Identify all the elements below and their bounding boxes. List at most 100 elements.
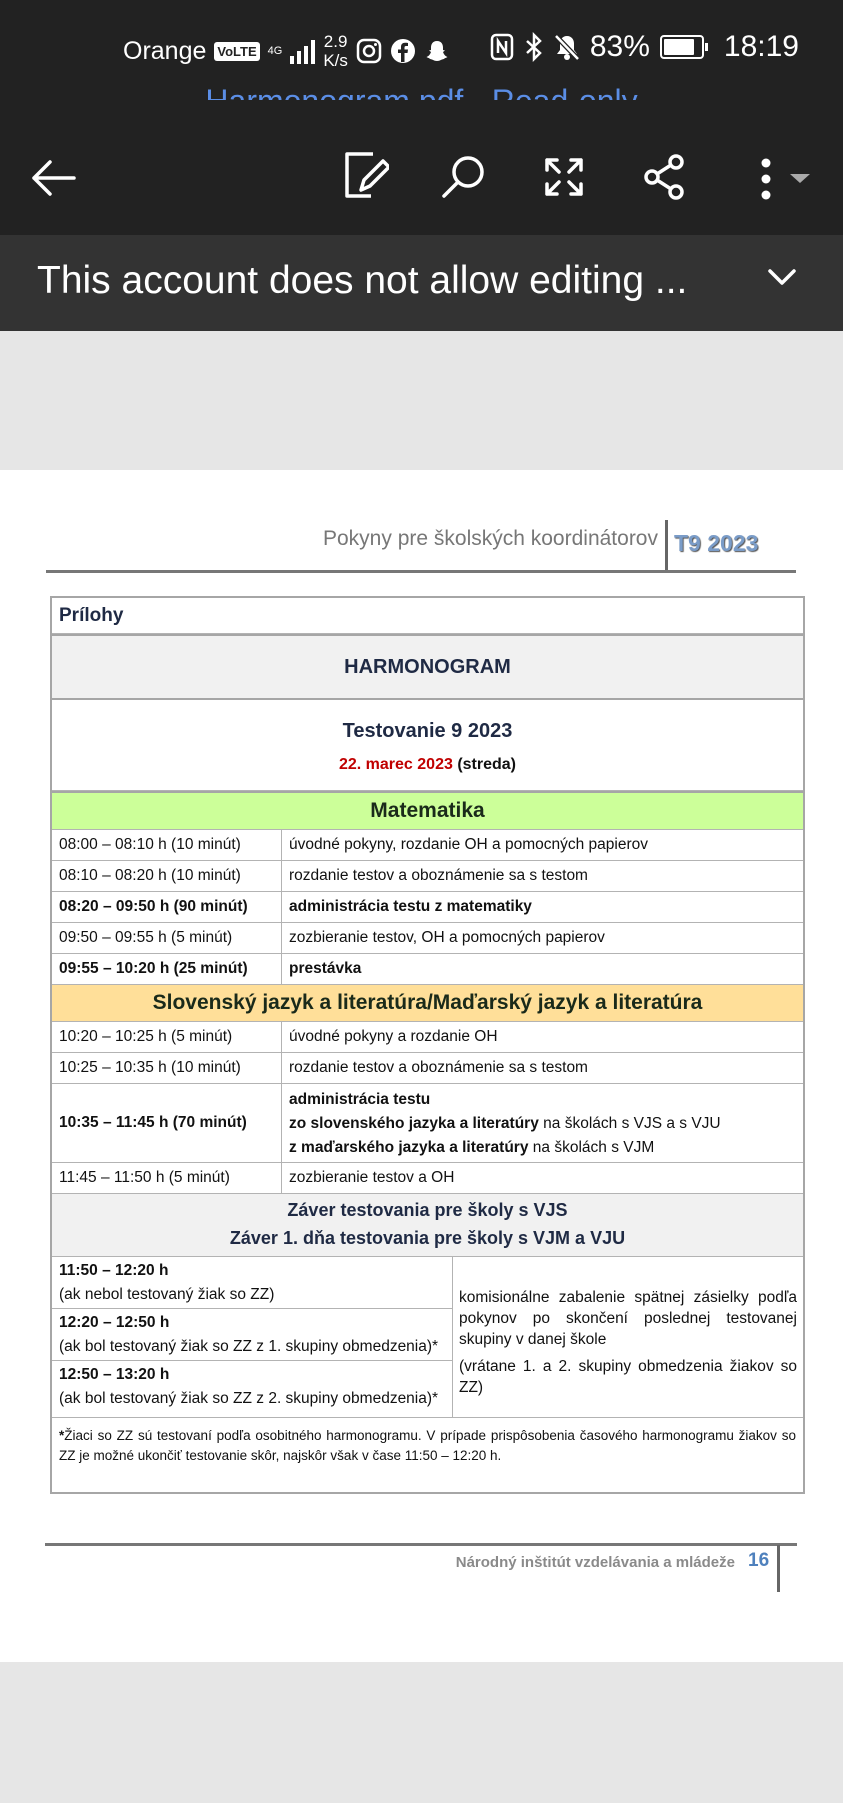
desc-cell: úvodné pokyny a rozdanie OH xyxy=(289,1028,498,1045)
desc-bold: z maďarského jazyka a literatúry xyxy=(289,1139,529,1156)
footnote-text: Žiaci so ZZ sú testovaní podľa osobitnéh… xyxy=(59,1428,796,1463)
final-time: 12:20 – 12:50 h xyxy=(59,1314,170,1331)
harmonogram-table: Prílohy HARMONOGRAM Testovanie 9 2023 22… xyxy=(50,596,805,1494)
toolbar xyxy=(0,100,843,235)
time-cell: 08:00 – 08:10 h (10 minút) xyxy=(52,830,282,860)
weekday-text: (streda) xyxy=(457,756,516,773)
table-row: 10:20 – 10:25 h (5 minút) úvodné pokyny a… xyxy=(52,1022,803,1053)
table-row: 11:45 – 11:50 h (5 minút) zozbieranie tes… xyxy=(52,1163,803,1194)
battery-icon xyxy=(659,35,708,59)
chevron-down-icon[interactable] xyxy=(767,267,797,287)
final-note: (ak nebol testovaný žiak so ZZ) xyxy=(59,1286,275,1303)
carrier-name: Orange xyxy=(123,36,207,65)
footer-text: Národný inštitút vzdelávania a mládeže xyxy=(455,1554,735,1571)
page-number: 16 xyxy=(748,1550,770,1571)
testing-date: 22. marec 2023 (streda) xyxy=(52,756,803,774)
share-icon[interactable] xyxy=(642,154,688,200)
table-row: 10:35 – 11:45 h (70 minút) administrácia… xyxy=(52,1084,803,1163)
network-speed: 2.9 K/s xyxy=(323,32,348,70)
speed-unit: K/s xyxy=(323,51,348,70)
header-rule xyxy=(46,570,796,573)
section-slovensky: Slovenský jazyk a literatúra/Maďarský ja… xyxy=(52,985,803,1022)
time-cell: 10:25 – 10:35 h (10 minút) xyxy=(52,1053,282,1083)
speed-value: 2.9 xyxy=(323,32,348,51)
time-cell: 08:10 – 08:20 h (10 minút) xyxy=(52,861,282,891)
clock: 18:19 xyxy=(723,30,799,63)
prilohy-heading: Prílohy xyxy=(52,598,803,634)
time-cell: 10:35 – 11:45 h (70 minút) xyxy=(52,1084,282,1162)
back-arrow-icon[interactable] xyxy=(30,158,76,198)
final-time-cell: 12:20 – 12:50 h (ak bol testovaný žiak so… xyxy=(52,1309,452,1361)
zaver-line-2: Záver 1. dňa testovania pre školy s VJM … xyxy=(229,1228,626,1248)
final-time: 12:50 – 13:20 h xyxy=(59,1366,170,1383)
mute-icon xyxy=(554,34,580,61)
banner-text: This account does not allow editing ... xyxy=(37,259,688,302)
final-time-cell: 12:50 – 13:20 h (ak bol testovaný žiak so… xyxy=(52,1361,452,1413)
facebook-icon xyxy=(390,39,415,63)
read-only-banner[interactable]: This account does not allow editing ... xyxy=(0,235,843,331)
table-row: 10:25 – 10:35 h (10 minút) rozdanie testo… xyxy=(52,1053,803,1084)
desc-rest: na školách s VJS a s VJU xyxy=(543,1115,721,1132)
date-text: 22. marec 2023 xyxy=(338,756,453,773)
desc-rest: na školách s VJM xyxy=(532,1139,655,1156)
desc-cell: rozdanie testov a oboznámenie sa s testo… xyxy=(289,1059,588,1076)
nfc-icon xyxy=(490,33,514,61)
desc-cell: zozbieranie testov a OH xyxy=(289,1169,455,1186)
table-row: 08:20 – 09:50 h (90 minút) administrácia … xyxy=(52,892,803,923)
status-right: 83% 18:19 xyxy=(490,30,799,64)
desc-line: z maďarského jazyka a literatúry na škol… xyxy=(289,1136,803,1160)
page-header-text: Pokyny pre školských koordinátorov xyxy=(323,527,658,550)
desc-cell: prestávka xyxy=(289,960,362,977)
search-icon[interactable] xyxy=(440,154,486,200)
bluetooth-icon xyxy=(526,32,542,62)
network-type: 4G xyxy=(267,44,283,57)
table-row: 08:00 – 08:10 h (10 minút) úvodné pokyny,… xyxy=(52,830,803,861)
desc-line: administrácia testu xyxy=(289,1091,431,1108)
final-desc-cell: komisionálne zabalenie spätnej zásielky … xyxy=(453,1257,803,1417)
time-cell: 11:45 – 11:50 h (5 minút) xyxy=(52,1163,282,1193)
final-note: (ak bol testovaný žiak so ZZ z 1. skupin… xyxy=(59,1338,439,1355)
snapchat-icon xyxy=(426,41,448,61)
zaver-line-1: Záver testovania pre školy s VJS xyxy=(287,1200,568,1220)
table-row: 08:10 – 08:20 h (10 minút) rozdanie testo… xyxy=(52,861,803,892)
battery-percent: 83% xyxy=(589,30,650,63)
desc-cell: administrácia testu z matematiky xyxy=(289,898,532,915)
volte-badge: VoLTE xyxy=(214,41,260,61)
section-matematika: Matematika xyxy=(52,791,803,830)
status-left: Orange VoLTE 4G 2.9 K/s xyxy=(123,32,450,70)
time-cell: 09:50 – 09:55 h (5 minút) xyxy=(52,923,282,953)
more-icon[interactable] xyxy=(758,158,812,202)
desc-bold: zo slovenského jazyka a literatúry xyxy=(289,1115,539,1132)
signal-icon xyxy=(290,38,316,64)
final-rows: 11:50 – 12:20 h (ak nebol testovaný žiak … xyxy=(52,1257,803,1418)
final-note: (ak bol testovaný žiak so ZZ z 2. skupin… xyxy=(59,1390,439,1407)
page-header-code: T9 2023 xyxy=(674,530,759,556)
pdf-page: Pokyny pre školských koordinátorov T9 20… xyxy=(0,470,843,1662)
header-divider xyxy=(665,520,668,572)
footer-divider xyxy=(777,1545,780,1592)
testing-title: Testovanie 9 2023 xyxy=(342,720,513,742)
final-time: 11:50 – 12:20 h xyxy=(59,1262,169,1279)
table-row: 09:55 – 10:20 h (25 minút) prestávka xyxy=(52,954,803,985)
footer-rule xyxy=(45,1543,797,1546)
instagram-icon xyxy=(356,38,382,64)
edit-icon[interactable] xyxy=(343,150,389,200)
desc-cell: úvodné pokyny, rozdanie OH a pomocných p… xyxy=(289,836,649,853)
time-cell: 10:20 – 10:25 h (5 minút) xyxy=(52,1022,282,1052)
harmonogram-heading: HARMONOGRAM xyxy=(52,634,803,700)
final-time-cell: 11:50 – 12:20 h (ak nebol testovaný žiak … xyxy=(52,1257,452,1309)
time-cell: 08:20 – 09:50 h (90 minút) xyxy=(52,892,282,922)
zaver-heading: Záver testovania pre školy s VJS Záver 1… xyxy=(52,1194,803,1257)
footnote: *Žiaci so ZZ sú testovaní podľa osobitné… xyxy=(52,1418,803,1492)
testing-info: Testovanie 9 2023 22. marec 2023 (streda… xyxy=(52,700,803,791)
final-time-column: 11:50 – 12:20 h (ak nebol testovaný žiak … xyxy=(52,1257,453,1417)
table-row: 09:50 – 09:55 h (5 minút) zozbieranie tes… xyxy=(52,923,803,954)
desc-cell: administrácia testu zo slovenského jazyk… xyxy=(282,1084,803,1162)
time-cell: 09:55 – 10:20 h (25 minút) xyxy=(52,954,282,984)
final-desc-1: komisionálne zabalenie spätnej zásielky … xyxy=(459,1289,797,1348)
desc-line: zo slovenského jazyka a literatúry na šk… xyxy=(289,1112,803,1136)
desc-cell: rozdanie testov a oboznámenie sa s testo… xyxy=(289,867,588,884)
desc-cell: zozbieranie testov, OH a pomocných papie… xyxy=(289,929,605,946)
fullscreen-icon[interactable] xyxy=(543,156,585,198)
final-desc-2: (vrátane 1. a 2. skupiny obmedzenia žiak… xyxy=(459,1358,797,1396)
